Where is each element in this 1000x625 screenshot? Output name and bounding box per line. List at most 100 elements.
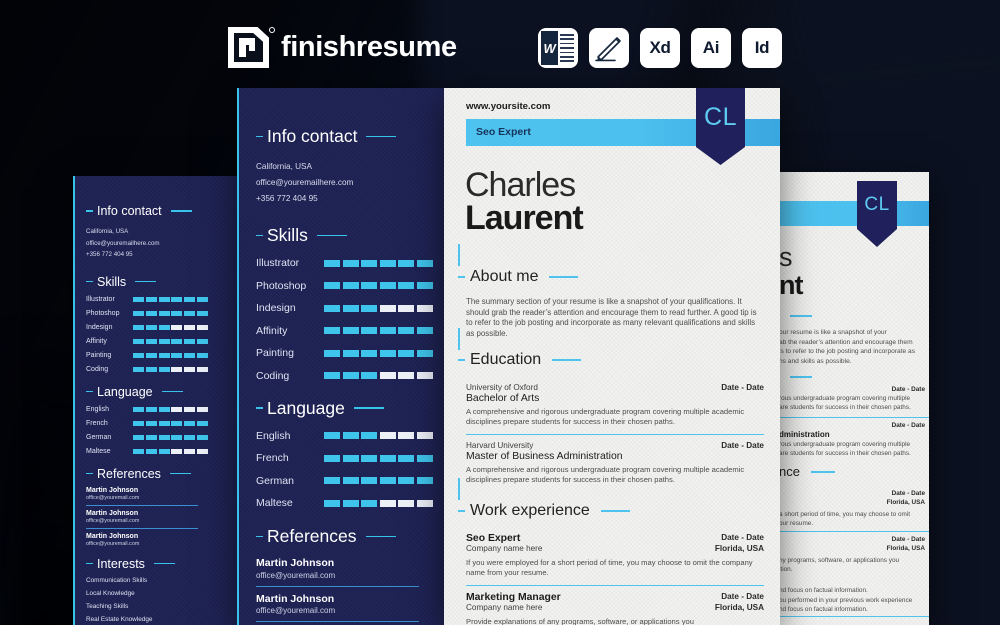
skill-segment: [184, 406, 196, 412]
skill-segment: [361, 259, 378, 267]
clipped-text-line: our resume is like a snapshot of your: [779, 329, 887, 336]
badge-adobe-indesign[interactable]: Id: [742, 28, 782, 68]
skill-level-meter: [324, 477, 436, 484]
entry-description: A comprehensive and rigorous undergradua…: [466, 407, 745, 426]
skill-segment: [324, 499, 340, 507]
skill-segment: [398, 499, 415, 507]
section-header-language: Language: [86, 385, 228, 399]
skill-label: Coding: [86, 365, 109, 373]
section-tick-icon: [256, 135, 263, 138]
skill-label: Coding: [256, 369, 290, 382]
badge-label: Ai: [702, 38, 720, 57]
entry-company: Company name here: [466, 544, 543, 553]
clipped-text-line: are students for success in their chosen…: [779, 404, 911, 411]
skill-label: Photoshop: [256, 279, 307, 292]
skill-segment: [133, 352, 144, 358]
about-section-rule: [790, 315, 812, 317]
section-rule: [170, 210, 192, 212]
skill-level-meter: [133, 366, 210, 372]
skill-level-meter: [324, 432, 436, 439]
skill-segment: [158, 338, 170, 344]
skill-bar-row: Maltese: [86, 448, 228, 455]
skill-segment: [158, 406, 170, 412]
badge-label: Xd: [649, 38, 671, 57]
reference-divider: [256, 621, 419, 622]
interest-item: Teaching Skills: [86, 602, 129, 610]
education-list: University of Oxford Date - Date Bachelor …: [466, 383, 764, 485]
resume-sidebar-preview-left[interactable]: Info contact California, USA office@your…: [73, 176, 240, 625]
entry-date: Date - Date: [721, 441, 764, 451]
skill-bar-row: Painting: [256, 347, 436, 359]
reference-email: office@youremail.com: [256, 606, 336, 615]
skill-level-meter: [133, 324, 210, 330]
skill-segment: [196, 324, 208, 330]
education-desc-clip: rous undergraduate program covering mult…: [779, 394, 929, 412]
section-title: Language: [267, 397, 345, 418]
skill-segment: [196, 420, 208, 426]
skill-segment: [145, 434, 157, 440]
skill-segment: [196, 448, 208, 454]
work-entry: Seo Expert Date - Date Company name here Fl…: [466, 533, 764, 578]
contact-line: California, USA: [86, 228, 129, 235]
section-tick-icon: [458, 510, 465, 512]
clipped-text-line: ou performed in your previous work exper…: [779, 596, 913, 604]
entry-divider: [779, 616, 929, 618]
section-header-work: Work experience: [458, 502, 630, 520]
skill-segment: [398, 349, 415, 357]
skill-bar-row: French: [256, 452, 436, 464]
skill-segment: [361, 477, 378, 484]
entry-subheader: Company name here Florida, USA: [466, 544, 764, 553]
skill-label: Affinity: [86, 337, 107, 345]
resume-page-preview-right[interactable]: CL s nt our resume is like a snapshot of…: [779, 172, 929, 625]
reference-email: office@youremail.com: [256, 570, 336, 580]
skill-segment: [379, 282, 396, 289]
skill-segment: [196, 406, 208, 412]
skill-segment: [133, 448, 144, 454]
reference-email: office@youremail.com: [86, 517, 140, 524]
resume-page-main[interactable]: www.yoursite.com Seo Expert CL Charles L…: [444, 88, 780, 625]
skill-segment: [145, 352, 157, 358]
skill-segment: [196, 310, 208, 316]
skill-segment: [416, 499, 433, 507]
entry-header: Seo Expert Date - Date: [466, 533, 764, 544]
section-title: About me: [470, 268, 539, 285]
skill-segment: [158, 310, 170, 316]
section-title: Interests: [97, 556, 145, 571]
section-title: Work experience: [470, 502, 590, 519]
badge-microsoft-word[interactable]: W: [538, 28, 578, 68]
name-first-clip: s: [779, 242, 792, 272]
accent-edge: [73, 176, 75, 625]
entry-date: Date - Date: [891, 422, 925, 429]
entry-degree: Bachelor of Arts: [466, 393, 540, 404]
skill-level-meter: [133, 310, 210, 316]
initials-text: CL: [864, 194, 890, 215]
clipped-text-line: rous undergraduate program covering mult…: [779, 441, 911, 448]
skill-segment: [324, 454, 340, 462]
skill-segment: [184, 366, 196, 372]
skill-segment: [133, 296, 144, 302]
entry-role: Marketing Manager: [466, 592, 561, 604]
section-header-interests: Interests: [86, 557, 228, 571]
education-entry: Harvard University Date - Date Master of B…: [466, 441, 764, 485]
work-desc-clip: a short period of time, you may choose t…: [779, 510, 929, 528]
skill-level-meter: [133, 352, 210, 358]
skill-segment: [342, 349, 359, 357]
badge-adobe-xd[interactable]: Xd: [640, 28, 680, 68]
brand-logo[interactable]: finishresume: [228, 27, 457, 68]
skill-segment: [171, 310, 183, 316]
resume-sidebar-main[interactable]: Info contact California, USA office@your…: [237, 88, 446, 625]
skill-segment: [145, 310, 157, 316]
clipped-text-line: a short period of time, you may choose t…: [779, 511, 911, 518]
skill-bar-row: Coding: [256, 370, 436, 382]
badge-adobe-illustrator[interactable]: Ai: [691, 28, 731, 68]
clipped-text-line: is to refer to the job posting and incor…: [779, 348, 915, 355]
skill-level-meter: [133, 406, 210, 412]
badge-pen-tablet[interactable]: [589, 28, 629, 68]
entry-degree-clip: dministration: [779, 430, 830, 439]
skill-bar-row: Affinity: [256, 325, 436, 337]
skill-segment: [196, 352, 208, 358]
reference-item: Martin Johnson office@youremail.com: [86, 533, 228, 547]
skill-segment: [184, 296, 196, 302]
skill-segment: [171, 338, 183, 344]
skill-label: Indesign: [86, 323, 113, 331]
